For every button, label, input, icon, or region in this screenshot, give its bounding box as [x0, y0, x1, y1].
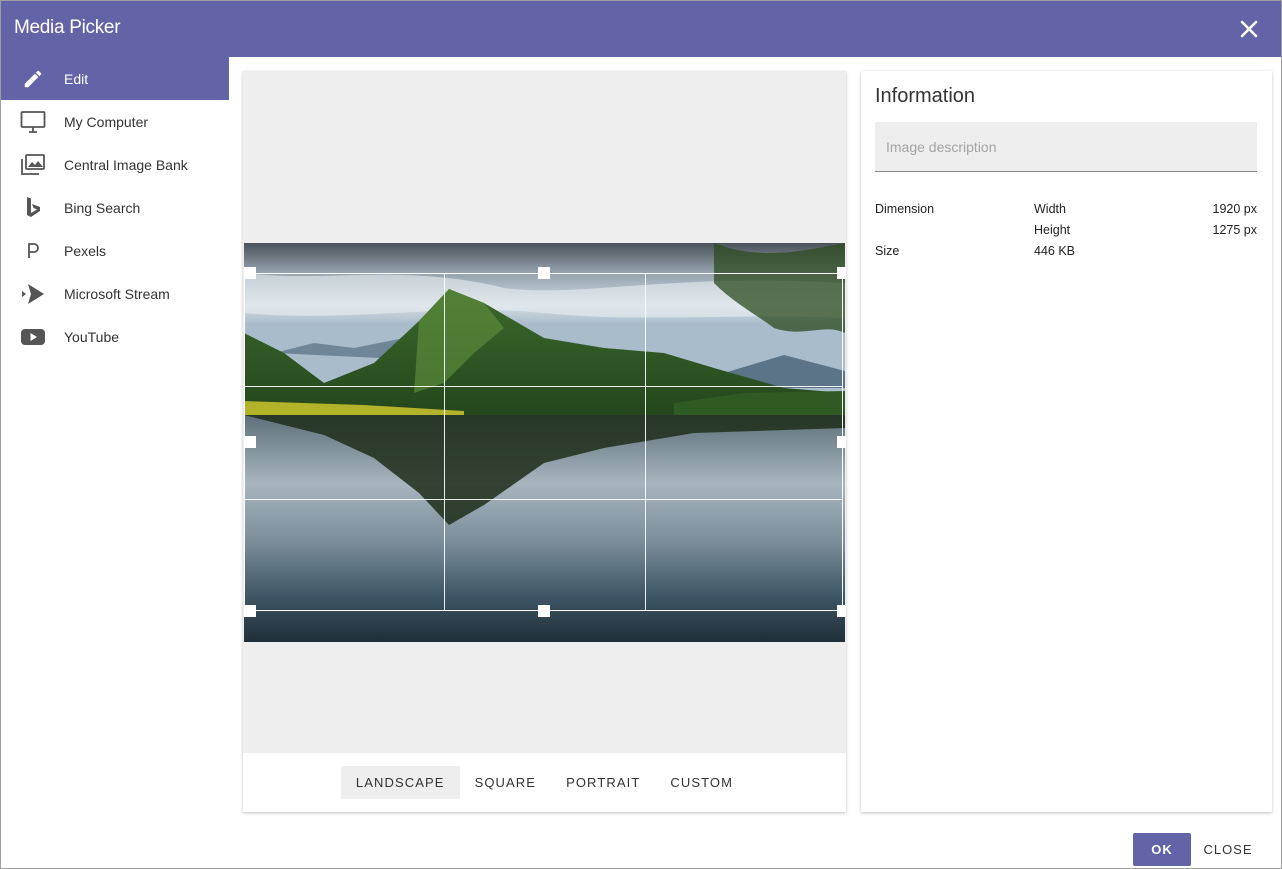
height-label: Height — [1034, 223, 1071, 237]
sidebar-item-label: Bing Search — [64, 199, 141, 216]
sidebar-item-pexels[interactable]: Pexels — [1, 229, 229, 272]
grid-line — [645, 274, 646, 610]
bing-icon — [20, 195, 46, 221]
pexels-icon — [20, 238, 46, 264]
close-button[interactable]: CLOSE — [1197, 833, 1259, 866]
aspect-ratio-bar: LANDSCAPE SQUARE PORTRAIT CUSTOM — [243, 753, 846, 812]
size-value: 446 KB — [1034, 244, 1076, 258]
crop-box[interactable] — [244, 273, 843, 611]
pencil-icon — [20, 66, 46, 92]
crop-handle-bottom-right[interactable] — [837, 605, 846, 617]
grid-line — [444, 274, 445, 610]
crop-handle-top-right[interactable] — [837, 267, 846, 279]
information-heading: Information — [875, 85, 976, 107]
crop-handle-left[interactable] — [244, 436, 256, 448]
sidebar-item-edit[interactable]: Edit — [1, 57, 229, 100]
media-picker-dialog: Media Picker Edit My Computer Central Im… — [0, 0, 1282, 869]
information-panel: Information Dimension Width 1920 px Heig… — [861, 71, 1272, 812]
sidebar-item-label: YouTube — [64, 328, 120, 345]
sidebar-item-label: Edit — [64, 70, 89, 87]
crop-handle-bottom-left[interactable] — [244, 605, 256, 617]
grid-line — [245, 499, 842, 500]
stream-icon — [20, 281, 46, 307]
crop-handle-bottom[interactable] — [538, 605, 550, 617]
ratio-square-button[interactable]: SQUARE — [460, 766, 552, 799]
sidebar-item-label: Central Image Bank — [64, 156, 188, 173]
grid-line — [245, 386, 842, 387]
crop-handle-top-left[interactable] — [244, 267, 256, 279]
sidebar-item-youtube[interactable]: YouTube — [1, 315, 229, 358]
close-icon[interactable] — [1237, 17, 1261, 41]
sidebar-item-label: My Computer — [64, 113, 149, 130]
sidebar-item-microsoft-stream[interactable]: Microsoft Stream — [1, 272, 229, 315]
size-label: Size — [875, 244, 900, 258]
ratio-portrait-button[interactable]: PORTRAIT — [551, 766, 655, 799]
crop-canvas — [243, 71, 846, 753]
image-description-input[interactable] — [875, 122, 1257, 172]
image-gallery-icon — [20, 152, 46, 178]
sidebar-item-label: Microsoft Stream — [64, 285, 170, 302]
ratio-custom-button[interactable]: CUSTOM — [655, 766, 748, 799]
sidebar-item-my-computer[interactable]: My Computer — [1, 100, 229, 143]
width-label: Width — [1034, 202, 1066, 216]
dimension-label: Dimension — [875, 202, 935, 216]
sidebar-item-label: Pexels — [64, 242, 107, 259]
youtube-icon — [20, 324, 46, 350]
ok-button[interactable]: OK — [1133, 833, 1191, 866]
height-value: 1275 px — [1212, 223, 1257, 237]
width-value: 1920 px — [1212, 202, 1257, 216]
sidebar-item-bing-search[interactable]: Bing Search — [1, 186, 229, 229]
ratio-landscape-button[interactable]: LANDSCAPE — [340, 766, 460, 799]
monitor-icon — [20, 109, 46, 135]
image-editor-panel: LANDSCAPE SQUARE PORTRAIT CUSTOM — [243, 71, 846, 812]
dialog-title: Media Picker — [14, 17, 121, 38]
sidebar: Edit My Computer Central Image Bank Bing… — [1, 57, 229, 358]
title-bar: Media Picker — [1, 1, 1281, 57]
crop-handle-right[interactable] — [837, 436, 846, 448]
sidebar-item-central-image-bank[interactable]: Central Image Bank — [1, 143, 229, 186]
crop-handle-top[interactable] — [538, 267, 550, 279]
